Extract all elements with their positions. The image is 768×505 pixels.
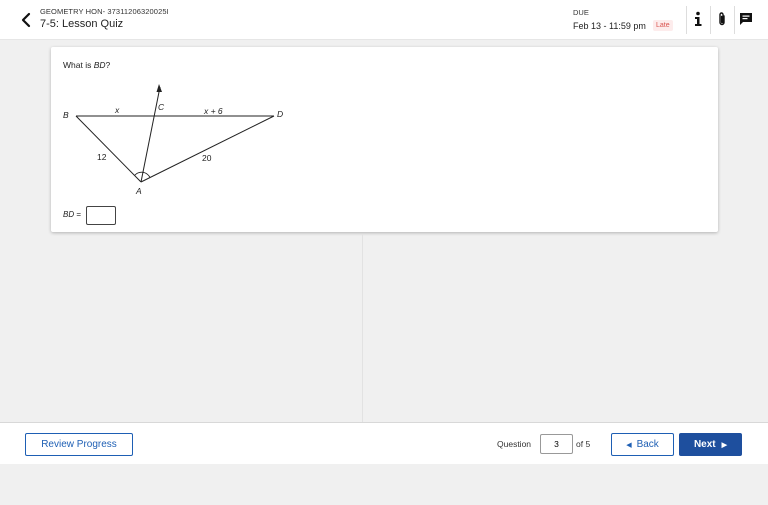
label-a: A xyxy=(135,186,142,196)
question-total: of 5 xyxy=(576,439,591,449)
label-cd: x + 6 xyxy=(203,106,223,116)
header-divider xyxy=(710,6,711,34)
header-divider xyxy=(686,6,687,34)
bottom-bar: Review Progress Question of 5 ◀ Back Nex… xyxy=(0,422,768,464)
prompt-variable: BD xyxy=(93,60,106,70)
header-divider xyxy=(734,6,735,34)
label-bc: x xyxy=(114,105,120,115)
segment-ba xyxy=(75,115,142,183)
label-ad: 20 xyxy=(202,153,212,163)
due-date: Feb 13 - 11:59 pm xyxy=(573,21,646,31)
course-name: GEOMETRY HON- 37311206320025I xyxy=(40,7,169,16)
label-b: B xyxy=(63,110,69,120)
question-prompt: What is BD? xyxy=(63,60,110,70)
angle-arc-right xyxy=(143,172,151,178)
work-area-divider xyxy=(362,234,363,422)
late-badge: Late xyxy=(653,20,673,31)
caret-left-icon: ◀ xyxy=(626,441,632,449)
question-label: Question xyxy=(497,439,532,449)
back-button[interactable]: ◀ Back xyxy=(611,433,674,456)
question-card: What is BD? B C D A x x + 6 12 20 BD = xyxy=(51,47,718,232)
question-number-input[interactable] xyxy=(540,434,573,454)
back-button-label: Back xyxy=(636,439,659,450)
review-progress-button[interactable]: Review Progress xyxy=(25,433,133,456)
answer-input[interactable] xyxy=(86,206,116,225)
due-label: DUE xyxy=(573,8,589,17)
prompt-suffix: ? xyxy=(105,60,111,70)
back-chevron-icon[interactable] xyxy=(18,10,36,30)
quiz-title: 7-5: Lesson Quiz xyxy=(40,18,124,30)
ray-arrowhead xyxy=(156,84,162,92)
paperclip-icon[interactable] xyxy=(712,9,732,29)
label-d: D xyxy=(277,109,283,119)
next-button-label: Next xyxy=(693,439,716,450)
label-ba: 12 xyxy=(97,152,107,162)
answer-variable: BD xyxy=(63,210,75,219)
segment-ad xyxy=(140,115,275,183)
prompt-text: What is xyxy=(63,60,94,70)
answer-equals: = xyxy=(74,210,82,219)
top-bar: GEOMETRY HON- 37311206320025I 7-5: Lesso… xyxy=(0,0,768,40)
answer-label: BD = xyxy=(63,210,81,219)
next-button[interactable]: Next ▶ xyxy=(679,433,742,456)
work-area xyxy=(51,234,718,422)
info-icon[interactable] xyxy=(688,9,708,29)
caret-right-icon: ▶ xyxy=(721,441,728,449)
label-c: C xyxy=(158,102,165,112)
triangle-figure: B C D A x x + 6 12 20 xyxy=(63,84,283,196)
comment-icon[interactable] xyxy=(736,9,756,29)
